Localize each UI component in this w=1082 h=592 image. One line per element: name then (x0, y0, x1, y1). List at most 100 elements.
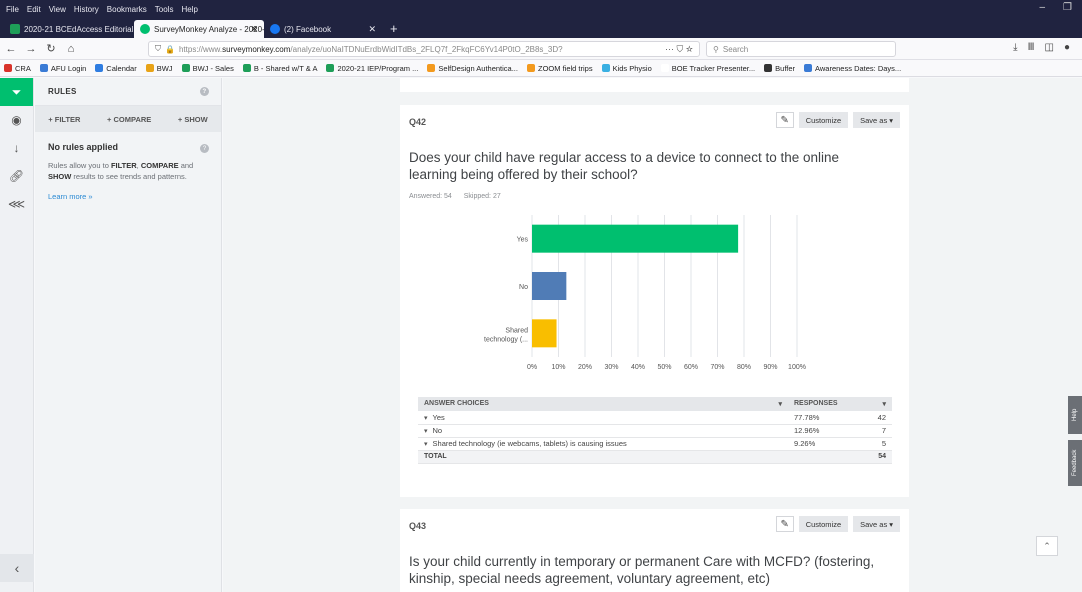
question-number: Q43 (409, 521, 427, 531)
tab-facebook[interactable]: (2) Facebook ✕ (264, 20, 382, 38)
sidebar-icon[interactable]: ◫ (1045, 42, 1054, 53)
bookmark-icon (427, 64, 436, 72)
col-answer-choices[interactable]: ANSWER CHOICES ▾ (418, 397, 788, 411)
table-row[interactable]: ▾ Shared technology (ie webcams, tablets)… (418, 437, 892, 451)
bookmark-item[interactable]: AFU Login (39, 64, 86, 73)
restore-icon[interactable]: ❐ (1063, 2, 1072, 13)
search-input[interactable]: ⚲ Search (706, 41, 896, 57)
x-tick-label: 80% (737, 364, 751, 371)
add-filter-button[interactable]: + FILTER (48, 115, 80, 124)
previous-question-card (400, 78, 909, 92)
results-area[interactable]: Q42 ✎ Customize Save as ▾ Does your child… (223, 78, 1082, 592)
eye-icon[interactable]: ◉ (0, 106, 33, 134)
menu-help[interactable]: Help (181, 5, 197, 14)
expand-icon[interactable]: ▾ (424, 428, 428, 435)
library-icon[interactable]: Ⅲ (1028, 42, 1035, 53)
bookmark-item[interactable]: ZOOM field trips (526, 64, 593, 73)
bookmark-label: 2020-21 IEP/Program ... (337, 63, 419, 73)
bookmark-item[interactable]: Calendar (95, 64, 137, 73)
bookmark-label: SelfDesign Authentica... (438, 63, 518, 73)
help-tab[interactable]: Help (1068, 396, 1082, 434)
share-icon[interactable]: ⋘ (0, 190, 33, 218)
x-tick-label: 70% (710, 364, 724, 371)
minimize-icon[interactable]: – (1039, 2, 1045, 13)
customize-button[interactable]: Customize (798, 112, 849, 128)
home-icon[interactable]: ⌂ (62, 43, 80, 55)
download-arrow-icon[interactable]: ↓ (0, 134, 33, 162)
table-row[interactable]: ▾ Yes 77.78% 42 (418, 411, 892, 425)
bookmark-item[interactable]: B - Shared w/T & A (242, 64, 317, 73)
url-prefix: https://www. (178, 44, 223, 54)
skipped-count: Skipped: 27 (463, 193, 501, 200)
pin-icon[interactable]: ✎ (775, 112, 794, 128)
table-row[interactable]: ▾ No 12.96% 7 (418, 424, 892, 438)
menu-history[interactable]: History (74, 5, 99, 14)
account-icon[interactable]: ● (1064, 42, 1070, 53)
bookmark-icon (242, 64, 251, 72)
bookmark-item[interactable]: CRA (4, 64, 31, 73)
tab-title: (2) Facebook (284, 24, 332, 34)
help-icon[interactable]: ? (200, 87, 209, 96)
new-tab-button[interactable]: + (390, 21, 398, 36)
col-responses[interactable]: RESPONSES ▾ (788, 397, 892, 411)
add-show-button[interactable]: + SHOW (178, 115, 208, 124)
question-tools: ✎ Customize Save as ▾ (775, 112, 900, 128)
download-icon[interactable]: ⤓ (1013, 42, 1017, 53)
category-label: technology (... (484, 336, 528, 343)
rules-panel: RULES ? + FILTER + COMPARE + SHOW No rul… (35, 78, 222, 592)
menu-view[interactable]: View (49, 5, 66, 14)
menu-file[interactable]: File (6, 5, 19, 14)
menu-bookmarks[interactable]: Bookmarks (107, 5, 147, 14)
tab-surveymonkey[interactable]: SurveyMonkey Analyze - 2020- ✕ (134, 20, 264, 38)
add-compare-button[interactable]: + COMPARE (107, 115, 151, 124)
bookmark-item[interactable]: BWJ - Sales (181, 64, 234, 73)
expand-icon[interactable]: ▾ (424, 441, 428, 448)
bookmark-item[interactable]: BOE Tracker Presenter... (660, 64, 755, 73)
page-actions[interactable]: ··· ⛉ ☆ (665, 44, 693, 55)
col-label: RESPONSES (794, 400, 838, 407)
x-tick-label: 0% (527, 364, 537, 371)
sort-icon: ▾ (778, 401, 782, 408)
bookmark-item[interactable]: Kids Physio (601, 64, 652, 73)
response-count: 7 (855, 424, 892, 438)
pin-icon[interactable]: ✎ (775, 516, 794, 532)
bookmark-item[interactable]: BWJ (145, 64, 173, 73)
collapse-panel-button[interactable]: ‹ (0, 554, 34, 582)
bookmark-label: Buffer (775, 63, 796, 73)
bookmark-icon (4, 64, 12, 72)
bookmark-item[interactable]: Buffer (764, 64, 795, 73)
tab-bcedaccess[interactable]: 2020-21 BCEdAccess Editorial × (4, 20, 134, 38)
url-bar[interactable]: ⛉ 🔒 https://www. surveymonkey.com /analy… (148, 41, 700, 57)
close-icon[interactable]: ✕ (250, 24, 258, 35)
bookmark-item[interactable]: SelfDesign Authentica... (427, 64, 518, 73)
link-icon[interactable]: 🔗︎ (0, 162, 33, 190)
back-icon[interactable]: ← (2, 43, 20, 55)
question-title: Does your child have regular access to a… (409, 150, 840, 182)
learn-more-link[interactable]: Learn more » (48, 192, 208, 201)
x-tick-label: 90% (763, 364, 777, 371)
expand-icon[interactable]: ▾ (424, 415, 428, 422)
save-as-label: Save as (860, 519, 888, 529)
forward-icon[interactable]: → (22, 43, 40, 55)
bookmark-item[interactable]: 2020-21 IEP/Program ... (326, 64, 418, 73)
menu-tools[interactable]: Tools (155, 5, 174, 14)
menu-edit[interactable]: Edit (27, 5, 41, 14)
answer-label: Yes (432, 412, 445, 422)
customize-button[interactable]: Customize (798, 516, 849, 532)
save-as-button[interactable]: Save as ▾ (853, 112, 900, 128)
reload-icon[interactable]: ↻ (42, 42, 60, 55)
filter-icon[interactable]: ⏷ (0, 78, 33, 106)
question-card-q43: Q43 ✎ Customize Save as ▾ Is your child c… (400, 509, 909, 592)
help-icon[interactable]: ? (200, 144, 209, 153)
close-icon[interactable]: ✕ (368, 24, 376, 35)
x-tick-label: 40% (631, 364, 645, 371)
x-tick-label: 10% (551, 364, 565, 371)
bookmark-item[interactable]: Awareness Dates: Days... (804, 64, 901, 73)
feedback-tab[interactable]: Feedback (1068, 440, 1082, 486)
scroll-to-top-button[interactable]: ⌃ (1036, 536, 1058, 556)
rules-body: No rules applied ? Rules allow you to FI… (35, 132, 221, 211)
save-as-label: Save as (860, 115, 888, 125)
col-label: ANSWER CHOICES (424, 400, 489, 407)
save-as-button[interactable]: Save as ▾ (853, 516, 900, 532)
bookmark-icon (526, 64, 535, 72)
